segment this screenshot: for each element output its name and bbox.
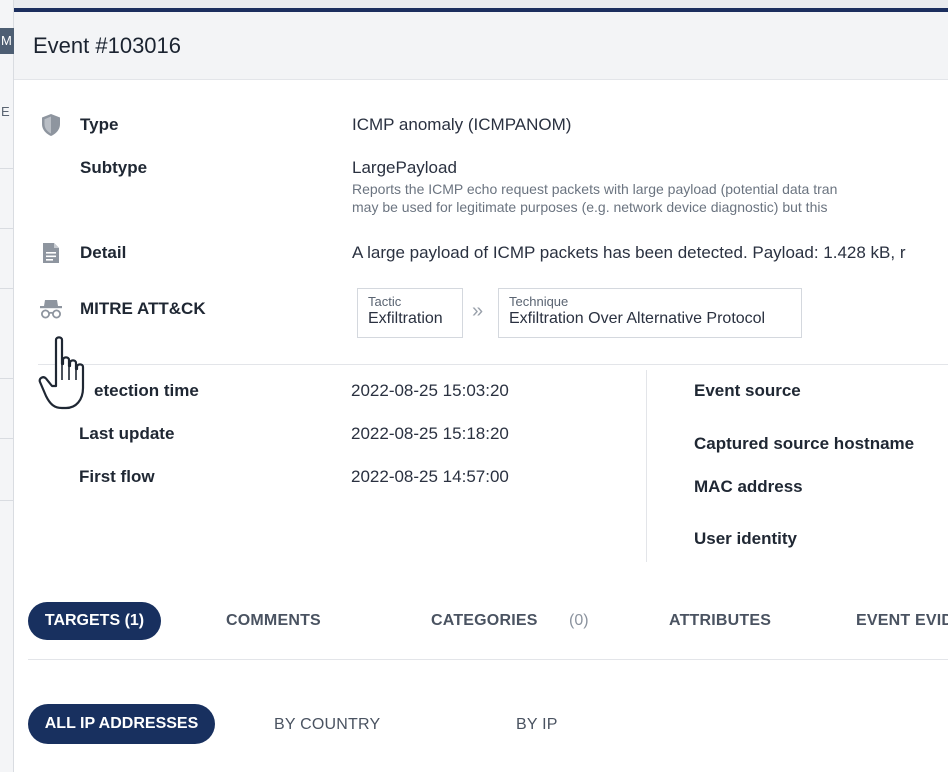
tabs-divider	[28, 659, 948, 660]
detail-value: A large payload of ICMP packets has been…	[352, 243, 906, 262]
background-divider	[0, 228, 14, 229]
first-flow-value: 2022-08-25 14:57:00	[351, 467, 509, 486]
subtab-by-country[interactable]: BY COUNTRY	[274, 716, 380, 734]
tab-attributes[interactable]: ATTRIBUTES	[669, 612, 771, 630]
modal-title: Event #103016	[33, 32, 182, 58]
technique-caption: Technique	[509, 294, 569, 309]
tab-comments[interactable]: COMMENTS	[226, 612, 321, 630]
type-value: ICMP anomaly (ICMPANOM)	[352, 115, 572, 134]
detection-time-value: 2022-08-25 15:03:20	[351, 381, 509, 400]
user-identity-label: User identity	[694, 529, 797, 548]
hand-pointer-icon	[36, 334, 96, 414]
subtype-description-line-1: Reports the ICMP echo request packets wi…	[352, 181, 838, 197]
background-divider	[0, 500, 14, 501]
background-divider	[0, 438, 14, 439]
subtype-label: Subtype	[80, 158, 148, 177]
technique-value: Exfiltration Over Alternative Protocol	[509, 310, 766, 327]
subtab-all-ip-addresses[interactable]: ALL IP ADDRESSES	[28, 704, 215, 744]
background-divider	[0, 288, 14, 289]
tab-categories[interactable]: CATEGORIES	[431, 612, 538, 630]
tactic-chip[interactable]: Tactic Exfiltration	[357, 288, 463, 338]
column-divider	[646, 370, 647, 562]
tab-event-evidence[interactable]: EVENT EVID	[856, 612, 948, 630]
categories-count: (0)	[569, 612, 589, 629]
type-label: Type	[80, 115, 119, 134]
detail-label: Detail	[80, 243, 127, 262]
background-letter: E	[1, 104, 10, 119]
background-tab[interactable]: M	[0, 28, 14, 54]
tab-targets[interactable]: TARGETS (1)	[28, 602, 161, 640]
subtab-by-ip[interactable]: BY IP	[516, 716, 558, 734]
last-update-label: Last update	[79, 424, 175, 443]
mac-address-label: MAC address	[694, 477, 803, 496]
first-flow-label: First flow	[79, 467, 155, 486]
tactic-value: Exfiltration	[368, 310, 443, 327]
detection-time-label: etection time	[94, 381, 199, 400]
document-icon	[38, 240, 64, 266]
shield-icon	[38, 112, 64, 138]
tactic-caption: Tactic	[368, 294, 402, 309]
subtype-value: LargePayload	[352, 158, 457, 177]
technique-chip[interactable]: Technique Exfiltration Over Alternative …	[498, 288, 802, 338]
chevron-right-icon: »	[472, 300, 484, 322]
event-source-label: Event source	[694, 381, 801, 400]
subtype-description-line-2: may be used for legitimate purposes (e.g…	[352, 199, 828, 215]
modal-header: Event #103016	[14, 12, 948, 80]
background-divider	[0, 378, 14, 379]
captured-hostname-label: Captured source hostname	[694, 434, 915, 453]
spy-icon	[38, 296, 64, 322]
event-modal: Event #103016 Type ICMP anomaly (ICMPANO…	[14, 8, 948, 772]
mitre-label: MITRE ATT&CK	[80, 299, 206, 318]
background-divider	[0, 168, 14, 169]
last-update-value: 2022-08-25 15:18:20	[351, 424, 509, 443]
section-divider	[38, 364, 948, 365]
